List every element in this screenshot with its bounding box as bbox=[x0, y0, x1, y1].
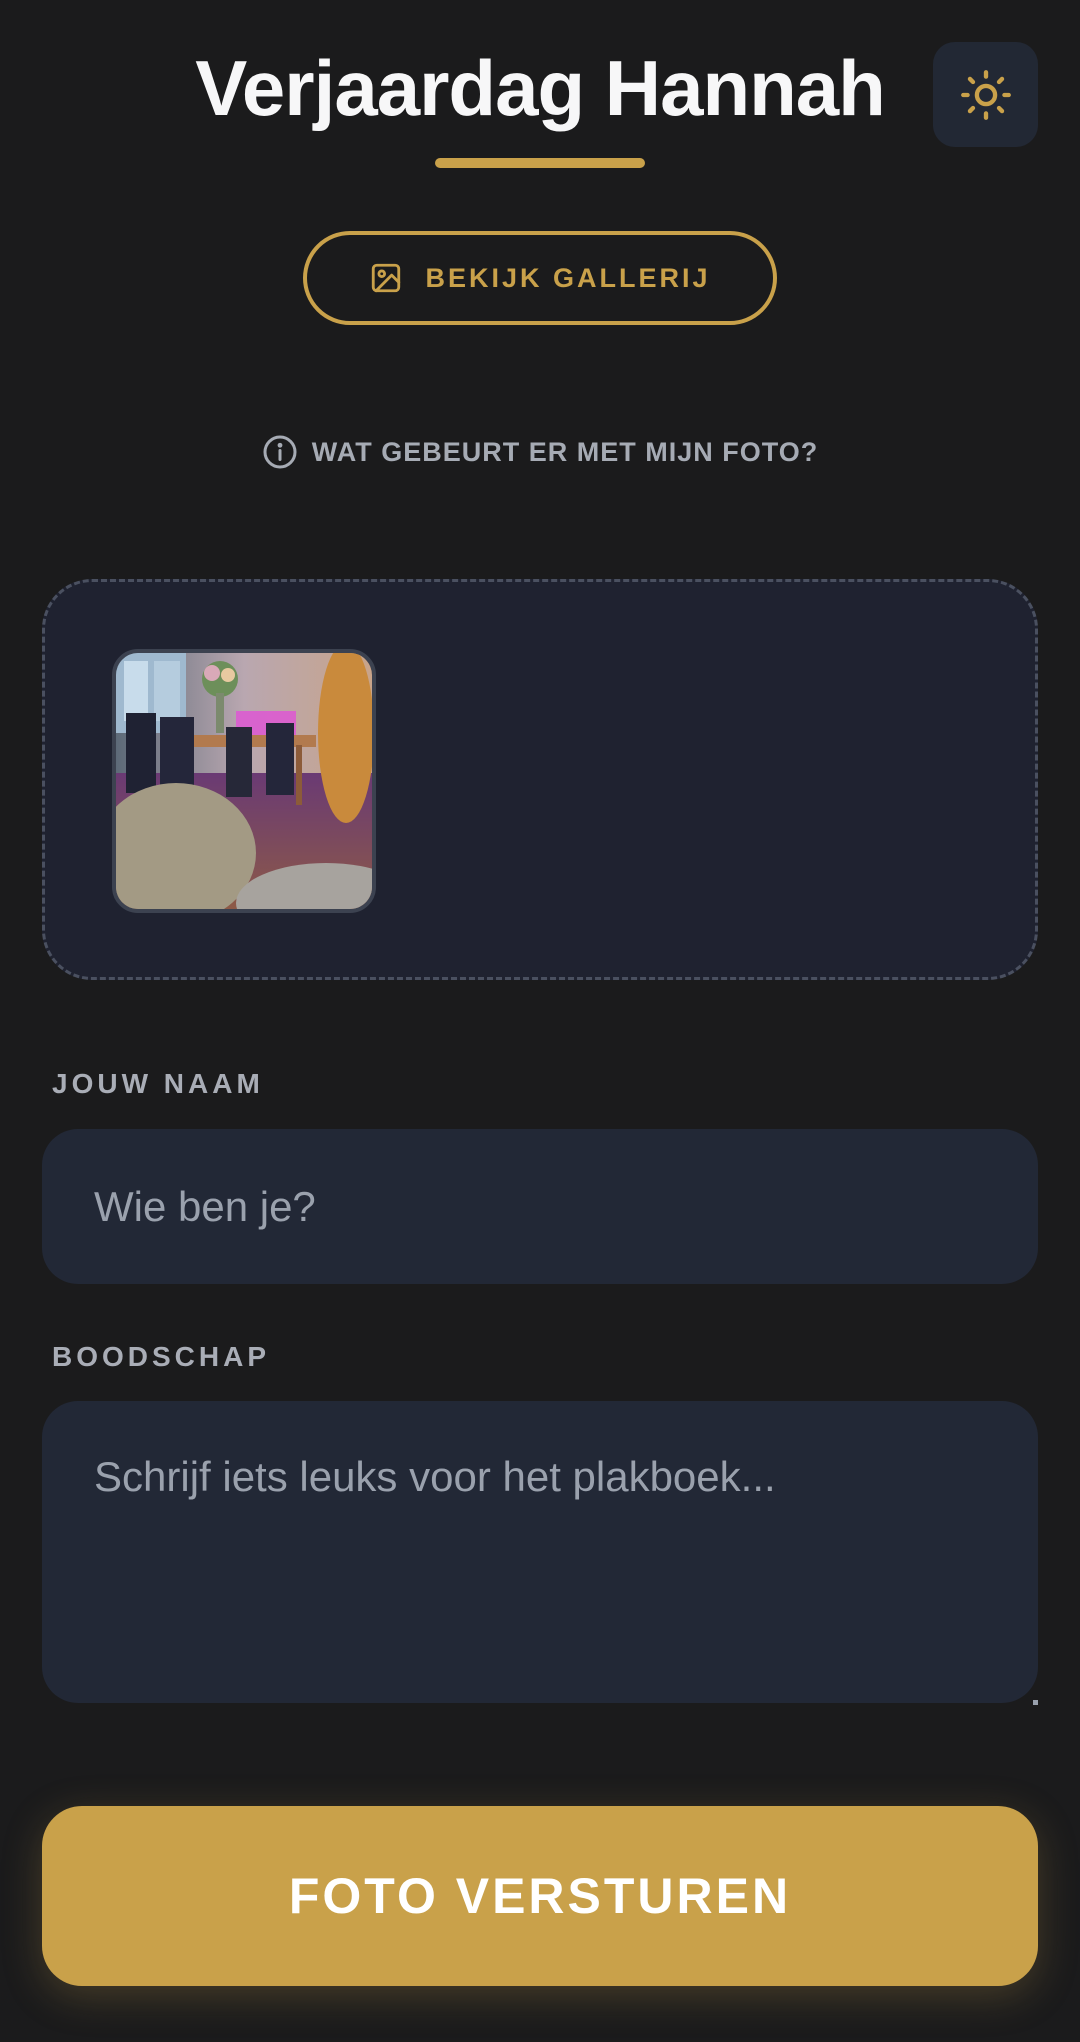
theme-toggle-button[interactable] bbox=[933, 42, 1038, 147]
upload-page: Verjaardag Hannah BEKIJK GALLERIJ WAT GE… bbox=[0, 0, 1080, 2042]
title-underline bbox=[435, 158, 645, 168]
view-gallery-button[interactable]: BEKIJK GALLERIJ bbox=[303, 231, 777, 325]
photo-thumbnail-image bbox=[116, 653, 372, 909]
photo-info-label: WAT GEBEURT ER MET MIJN FOTO? bbox=[311, 436, 819, 467]
image-icon bbox=[372, 263, 401, 293]
name-label: JOUW NAAM bbox=[52, 1068, 264, 1099]
view-gallery-label: BEKIJK GALLERIJ bbox=[425, 262, 711, 293]
submit-photo-button[interactable]: FOTO VERSTUREN bbox=[42, 1806, 1038, 1986]
photo-info-link[interactable]: WAT GEBEURT ER MET MIJN FOTO? bbox=[0, 434, 1080, 470]
photo-dropzone[interactable] bbox=[42, 579, 1038, 980]
photo-thumbnail[interactable] bbox=[112, 649, 376, 913]
sun-icon bbox=[960, 69, 1011, 120]
textarea-resize-handle[interactable] bbox=[1033, 1700, 1038, 1705]
message-label: BOODSCHAP bbox=[52, 1341, 271, 1372]
message-textarea[interactable] bbox=[42, 1401, 1038, 1703]
info-circle-icon bbox=[263, 435, 297, 469]
page-title: Verjaardag Hannah bbox=[195, 44, 886, 132]
name-input[interactable] bbox=[42, 1129, 1038, 1284]
submit-photo-label: FOTO VERSTUREN bbox=[288, 1868, 792, 1924]
